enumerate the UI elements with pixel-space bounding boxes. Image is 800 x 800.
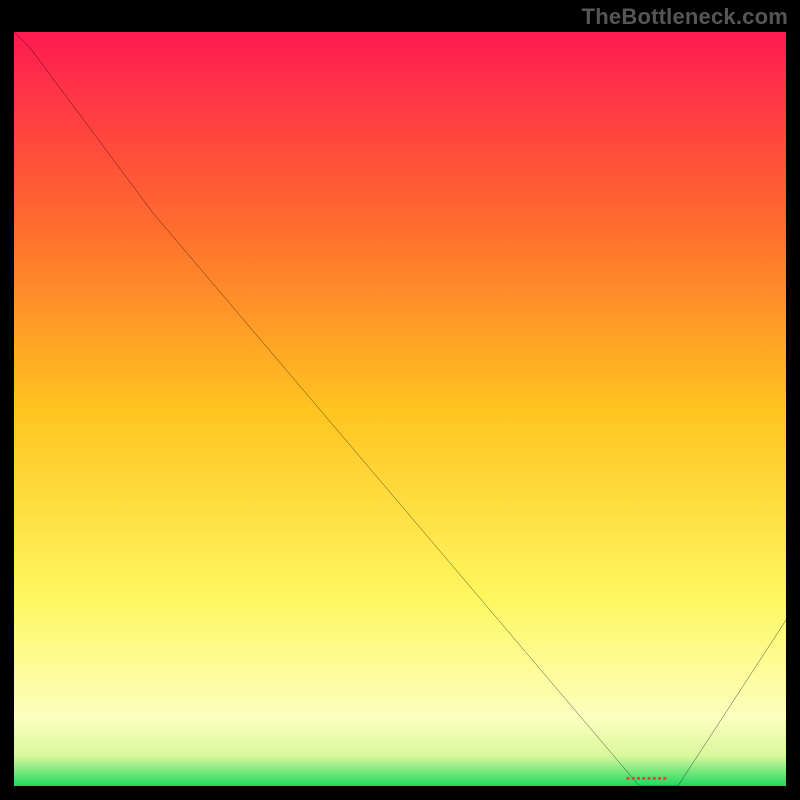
plot-area: ▪▪▪▪▪▪▪▪ <box>14 32 786 786</box>
chart-frame: TheBottleneck.com ▪▪▪▪▪▪▪▪ <box>0 0 800 800</box>
chart-svg <box>14 32 786 786</box>
gradient-background <box>14 32 786 786</box>
trough-marker: ▪▪▪▪▪▪▪▪ <box>626 771 668 785</box>
watermark-text: TheBottleneck.com <box>582 4 788 30</box>
